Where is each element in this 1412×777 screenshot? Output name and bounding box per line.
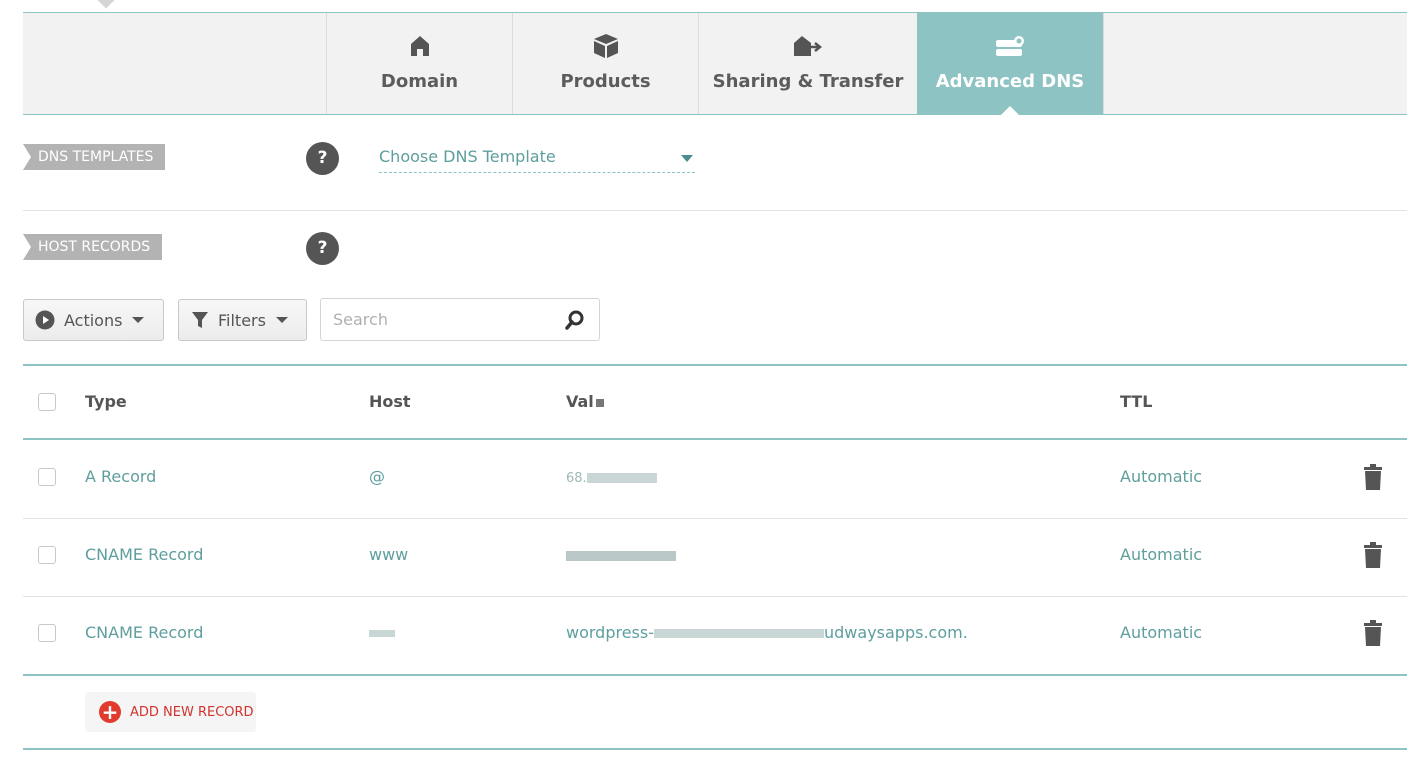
- tab-sharing-transfer[interactable]: Sharing & Transfer: [698, 13, 917, 114]
- dns-template-select-value: Choose DNS Template: [379, 147, 556, 166]
- record-host[interactable]: [369, 623, 395, 642]
- tab-divider: [1103, 13, 1104, 114]
- footer-border: [23, 748, 1407, 750]
- plus-circle-icon: +: [99, 701, 121, 723]
- record-ttl[interactable]: Automatic: [1120, 623, 1202, 642]
- box-icon: [593, 33, 619, 59]
- server-icon: [995, 33, 1025, 59]
- add-new-record-button[interactable]: + ADD NEW RECORD: [85, 692, 256, 732]
- domain-tab-bar: Domain Products Sharing & Transfer Advan…: [23, 12, 1407, 115]
- column-header-type: Type: [85, 392, 127, 411]
- row-checkbox[interactable]: [38, 546, 56, 564]
- search-box[interactable]: [320, 298, 600, 341]
- dns-templates-label: DNS TEMPLATES: [23, 144, 166, 170]
- play-circle-icon: [35, 310, 55, 330]
- column-header-value: Val: [566, 392, 604, 411]
- filter-icon: [191, 311, 209, 329]
- tab-products[interactable]: Products: [512, 13, 698, 114]
- row-checkbox[interactable]: [38, 468, 56, 486]
- host-records-label: HOST RECORDS: [23, 234, 163, 260]
- chevron-down-icon: [681, 155, 693, 162]
- record-value[interactable]: 68.: [566, 467, 657, 486]
- search-input[interactable]: [331, 309, 555, 330]
- home-icon: [410, 33, 430, 59]
- tab-label: Advanced DNS: [935, 71, 1085, 92]
- chevron-down-icon: [132, 317, 145, 323]
- tab-advanced-dns[interactable]: Advanced DNS: [917, 13, 1103, 115]
- trash-icon[interactable]: [1363, 620, 1383, 650]
- record-type[interactable]: CNAME Record: [85, 623, 203, 642]
- tab-label: Domain: [380, 71, 459, 92]
- trash-icon[interactable]: [1363, 464, 1383, 494]
- tab-label: Sharing & Transfer: [712, 71, 904, 92]
- tab-label: Products: [560, 71, 651, 92]
- transfer-icon: [793, 33, 823, 59]
- table-row[interactable]: CNAME Record www Automatic: [23, 519, 1407, 596]
- filters-button[interactable]: Filters: [178, 299, 307, 341]
- column-header-ttl: TTL: [1120, 392, 1153, 411]
- tab-domain[interactable]: Domain: [326, 13, 512, 114]
- table-bottom-border: [23, 674, 1407, 676]
- filters-label: Filters: [218, 310, 266, 330]
- search-icon[interactable]: [565, 310, 585, 334]
- record-host[interactable]: www: [369, 545, 408, 564]
- chevron-down-icon: [275, 317, 288, 323]
- record-ttl[interactable]: Automatic: [1120, 467, 1202, 486]
- host-records-help-icon[interactable]: ?: [306, 232, 339, 265]
- record-host[interactable]: @: [369, 467, 385, 486]
- dns-templates-help-icon[interactable]: ?: [306, 142, 339, 175]
- record-ttl[interactable]: Automatic: [1120, 545, 1202, 564]
- select-all-checkbox[interactable]: [38, 393, 56, 411]
- table-top-border: [23, 364, 1407, 366]
- record-type[interactable]: A Record: [85, 467, 156, 486]
- table-row[interactable]: CNAME Record wordpress-udwaysapps.com. A…: [23, 597, 1407, 674]
- row-checkbox[interactable]: [38, 624, 56, 642]
- column-header-host: Host: [369, 392, 411, 411]
- record-value[interactable]: wordpress-udwaysapps.com.: [566, 623, 968, 642]
- record-value[interactable]: [566, 545, 676, 564]
- section-divider: [23, 210, 1407, 211]
- record-type[interactable]: CNAME Record: [85, 545, 203, 564]
- trash-icon[interactable]: [1363, 542, 1383, 572]
- dns-template-select[interactable]: Choose DNS Template: [379, 140, 695, 173]
- top-notch: [97, 0, 115, 9]
- actions-label: Actions: [64, 310, 123, 330]
- actions-button[interactable]: Actions: [23, 299, 164, 341]
- add-new-record-label: ADD NEW RECORD: [130, 704, 254, 720]
- table-row[interactable]: A Record @ 68. Automatic: [23, 440, 1407, 518]
